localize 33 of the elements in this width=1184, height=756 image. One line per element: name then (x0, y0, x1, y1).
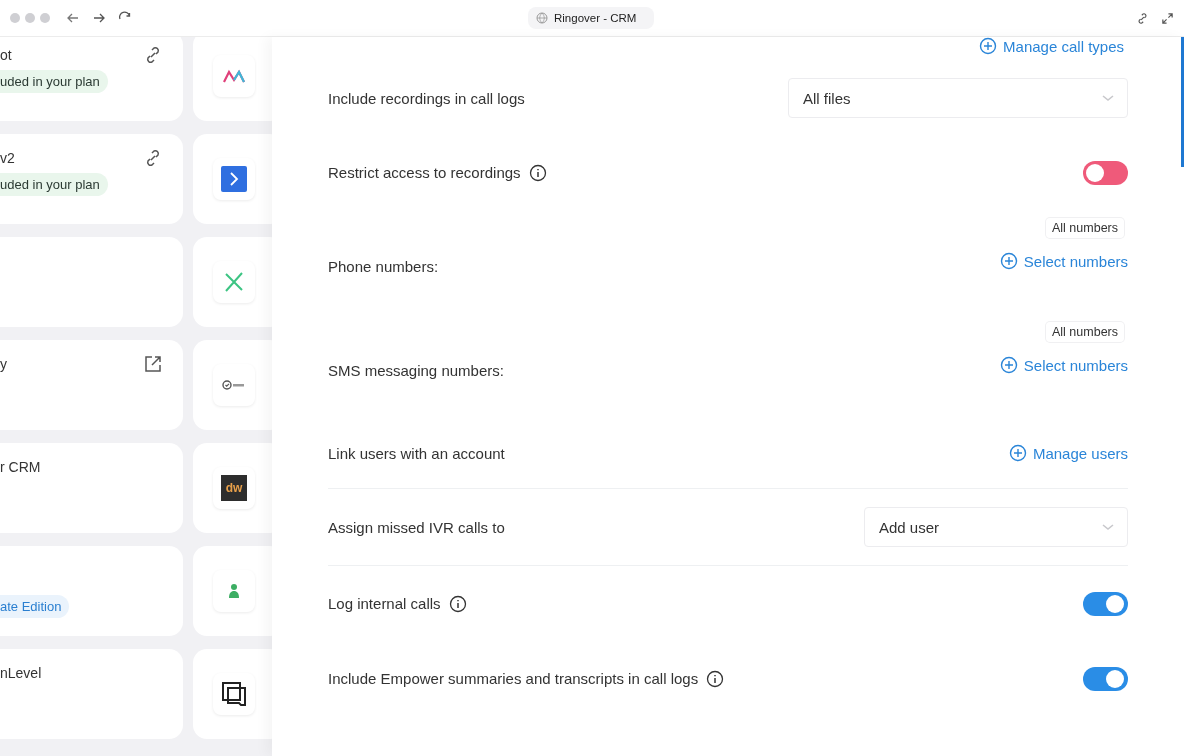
setting-label: Restrict access to recordings (328, 164, 521, 181)
integration-card[interactable]: r CRM (0, 443, 183, 533)
dropdown[interactable]: All files (788, 78, 1128, 118)
setting-label: Link users with an account (328, 444, 505, 462)
dropdown[interactable]: Add user (864, 507, 1128, 547)
select-numbers-link[interactable]: Select numbers (999, 252, 1128, 270)
manage-users-link[interactable]: Manage users (1008, 444, 1128, 462)
setting-label: Log internal calls (328, 595, 441, 612)
card-title: nLevel (0, 665, 42, 681)
integration-card[interactable]: nLevel (0, 649, 183, 739)
integration-card[interactable]: v2 uded in your plan (0, 134, 183, 224)
card-title: v2 (0, 150, 15, 166)
address-bar[interactable]: Ringover - CRM (528, 7, 655, 29)
plan-badge: ate Edition (0, 595, 70, 618)
dw-logo: dw (221, 475, 247, 501)
manage-call-types-link[interactable]: Manage call types (979, 37, 1124, 55)
integration-card[interactable]: y (0, 340, 183, 430)
card-title: r CRM (0, 459, 41, 475)
integration-card[interactable]: ot uded in your plan (0, 37, 183, 121)
select-numbers-link[interactable]: Select numbers (999, 356, 1128, 374)
setting-label: Assign missed IVR calls to (328, 518, 505, 536)
setting-label: Phone numbers: (328, 257, 439, 275)
numbers-tag: All numbers (1046, 322, 1124, 342)
integration-card[interactable]: dw (193, 443, 272, 533)
plan-badge: uded in your plan (0, 70, 108, 93)
setting-label: Include Empower summaries and transcripts in call logs (328, 670, 699, 687)
setting-label: Include recordings in call logs (328, 89, 525, 107)
numbers-tag: All numbers (1046, 218, 1124, 238)
integration-card[interactable]: ate Edition (0, 546, 183, 636)
setting-label: SMS messaging numbers: (328, 361, 504, 379)
card-title: ot (0, 47, 12, 63)
plan-badge: uded in your plan (0, 173, 108, 196)
card-title: y (0, 356, 7, 372)
